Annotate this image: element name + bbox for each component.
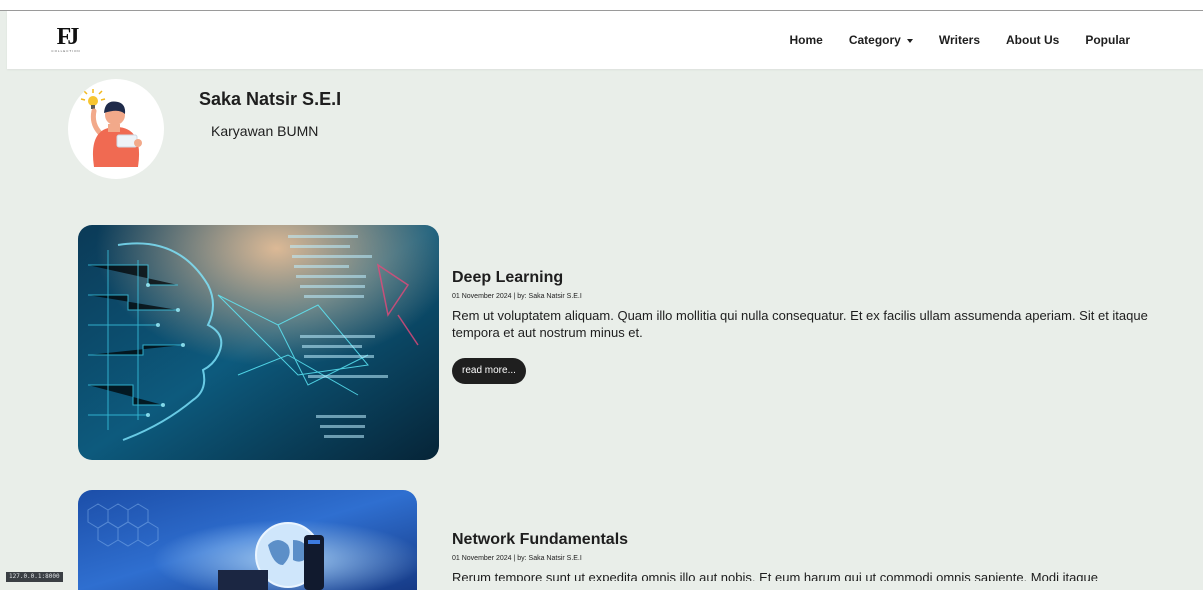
- post-excerpt: Rerum tempore sunt ut expedita omnis ill…: [452, 570, 1098, 581]
- nav-category-label: Category: [848, 33, 901, 47]
- person-idea-illustration-icon: [80, 89, 142, 167]
- navbar: FJ COLLECTION Home Category Writers Abou…: [7, 11, 1203, 69]
- post-excerpt: Rem ut voluptatem aliquam. Quam illo mol…: [452, 308, 1148, 340]
- post-thumbnail[interactable]: [78, 490, 417, 590]
- nav-popular[interactable]: Popular: [1085, 33, 1130, 47]
- site-logo[interactable]: FJ COLLECTION: [51, 25, 81, 57]
- post-meta: 01 November 2024 | by: Saka Natsir S.E.I: [452, 555, 582, 562]
- main-nav: Home Category Writers About Us Popular: [790, 11, 1131, 69]
- post-title[interactable]: Network Fundamentals: [452, 531, 628, 549]
- nav-writers[interactable]: Writers: [939, 33, 980, 47]
- post-meta: 01 November 2024 | by: Saka Natsir S.E.I: [452, 293, 582, 300]
- network-globe-illustration-icon: [78, 490, 417, 590]
- logo-subtitle: COLLECTION: [51, 49, 81, 53]
- author-avatar: [68, 79, 164, 179]
- ai-head-code-illustration-icon: [78, 225, 439, 460]
- logo-mark: FJ: [56, 24, 80, 50]
- nav-category[interactable]: Category: [849, 33, 913, 47]
- post-title[interactable]: Deep Learning: [452, 269, 563, 287]
- nav-home[interactable]: Home: [790, 33, 823, 47]
- author-name: Saka Natsir S.E.I: [199, 89, 342, 109]
- post-thumbnail[interactable]: [78, 225, 439, 460]
- caret-down-icon: [906, 38, 913, 43]
- author-job-title: Karyawan BUMN: [211, 123, 319, 139]
- browser-top-edge: [0, 0, 1203, 11]
- nav-about-us[interactable]: About Us: [1006, 33, 1059, 47]
- read-more-button[interactable]: read more...: [452, 358, 526, 384]
